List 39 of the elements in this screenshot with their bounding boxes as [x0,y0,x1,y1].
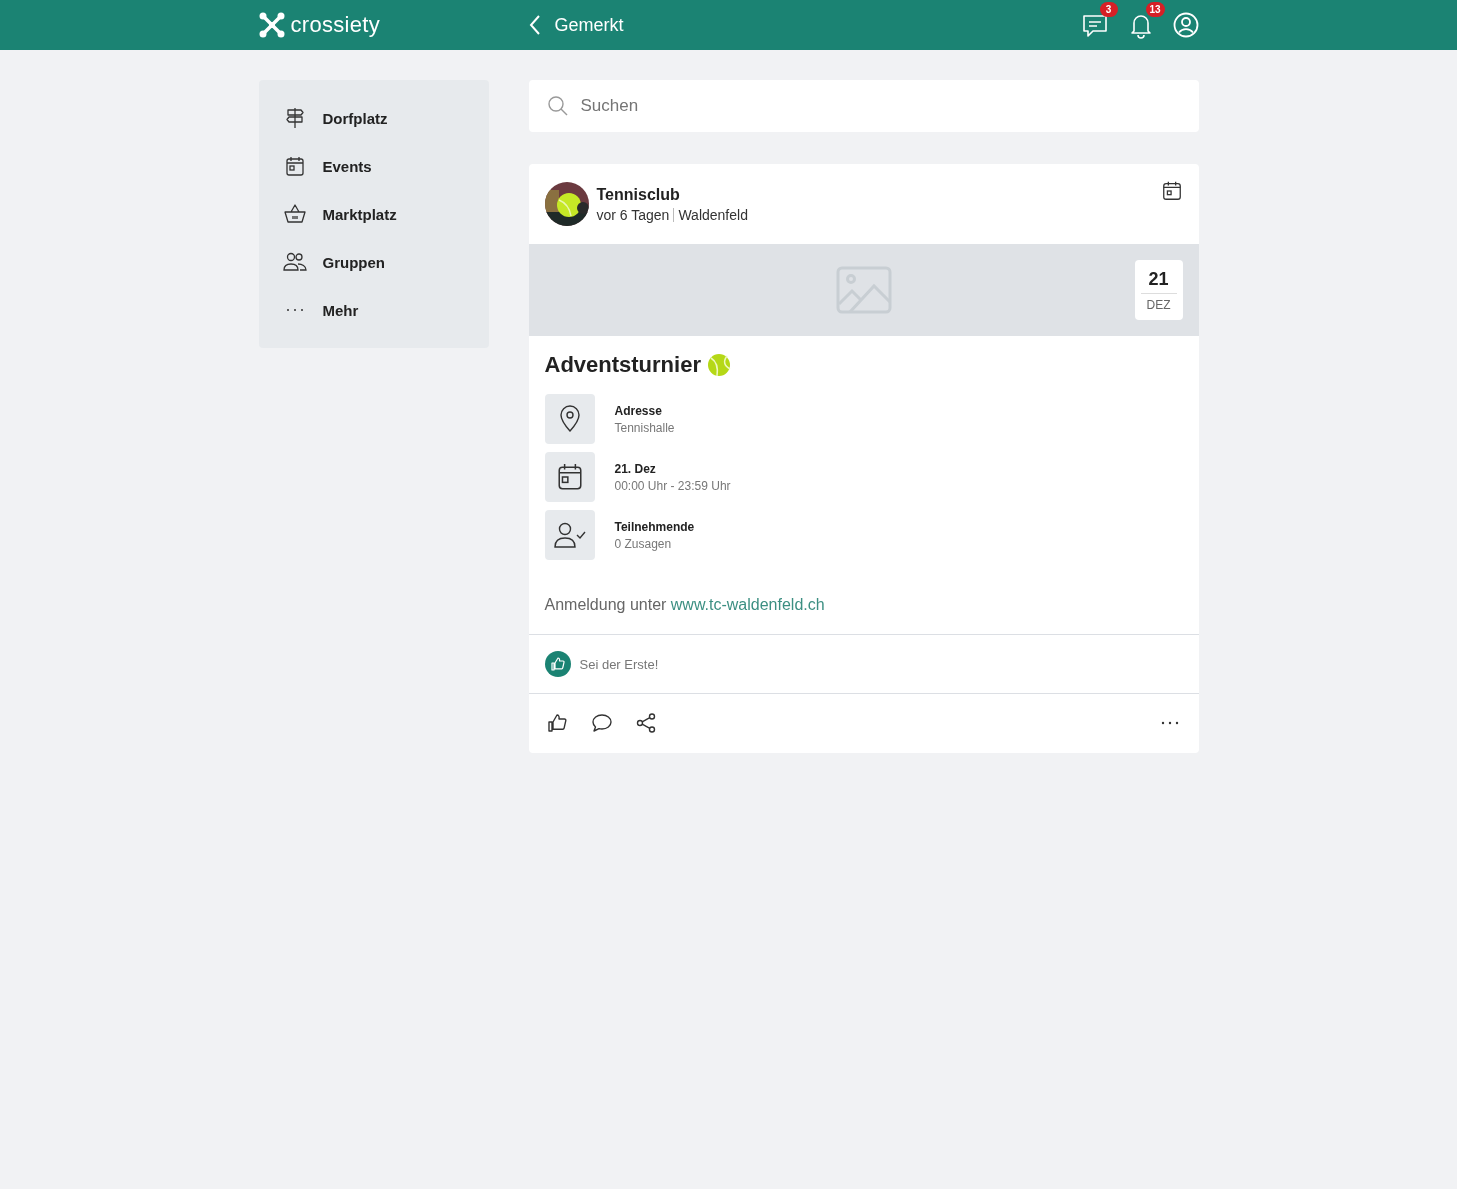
detail-value: 0 Zusagen [614,536,673,551]
detail-label: Teilnehmende [614,519,695,534]
basket-icon [282,202,307,226]
search-icon [546,95,569,117]
logo-text: crossiety [290,12,380,38]
sidebar-item[interactable]: Dorfplatz [258,94,489,142]
count-badge: 13 [1145,2,1165,17]
detail-label: Adresse [614,403,663,418]
image-icon [835,266,892,314]
website-link[interactable]: www.tc-waldenfeld.ch [670,596,825,613]
like-icon [544,651,571,677]
post-time: vor 6 Tagen [596,206,670,223]
description-text: Anmeldung unter [544,596,667,613]
sidebar-item[interactable]: Gruppen [258,238,489,286]
sidebar-item[interactable]: Mehr [258,286,489,334]
back-icon[interactable] [528,15,541,35]
detail-value: Tennishalle [614,420,675,435]
detail-label: 21. Dez [614,461,657,476]
calendar-icon[interactable] [1160,180,1183,202]
people-icon [282,250,307,274]
reaction-text: Sei der Erste! [579,656,659,672]
location-pin-icon [557,405,582,433]
tennis-ball-icon [707,353,731,377]
count-badge: 3 [1099,2,1118,17]
author-name[interactable]: Tennisclub [596,185,1153,204]
date-badge: 21 DEZ [1134,260,1183,320]
share-icon[interactable] [634,712,657,734]
comment-icon[interactable] [590,712,613,734]
event-title: Adventsturnier [544,352,701,378]
calendar-icon [556,463,583,491]
post-place: Waldenfeld [678,206,748,223]
logo-icon [258,12,285,38]
sidebar-item[interactable]: Events [258,142,489,190]
person-check-icon [552,521,587,549]
profile-icon[interactable] [1172,12,1199,38]
like-icon[interactable] [546,712,569,734]
sidebar-item[interactable]: Marktplatz [258,190,489,238]
page-title: Gemerkt [554,14,624,36]
detail-value: 00:00 Uhr - 23:59 Uhr [614,478,731,493]
